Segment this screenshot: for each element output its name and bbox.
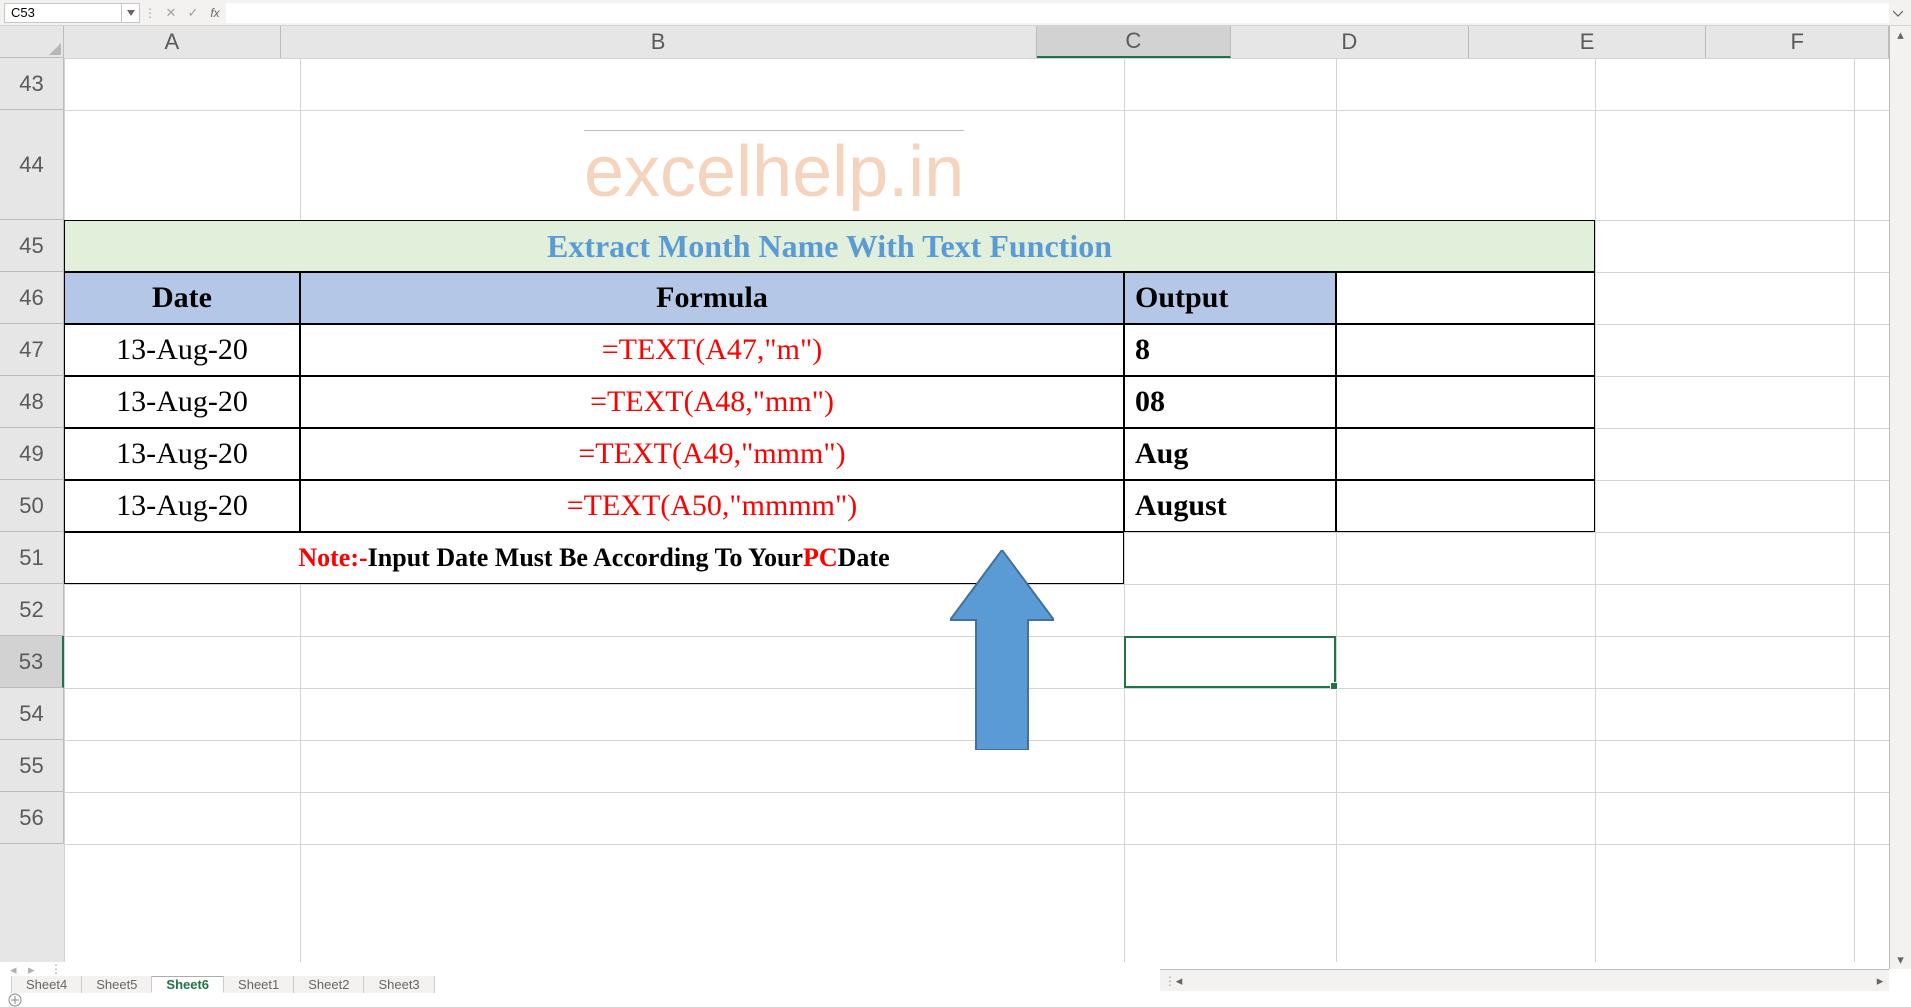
column-header-F[interactable]: F: [1706, 26, 1889, 58]
cell-selection: [1124, 636, 1336, 688]
cell-d49[interactable]: [1336, 428, 1595, 480]
row-header-43[interactable]: 43: [0, 58, 64, 110]
row-header-45[interactable]: 45: [0, 220, 64, 272]
scroll-down-button[interactable]: ▾: [1890, 951, 1911, 969]
header-output[interactable]: Output: [1124, 272, 1336, 324]
hscroll-track[interactable]: [1188, 973, 1871, 989]
cell-output-2[interactable]: Aug: [1124, 428, 1336, 480]
tab-prev-button[interactable]: ◂: [10, 962, 22, 976]
cell-date-3[interactable]: 13-Aug-20: [64, 480, 300, 532]
sheet-tab-sheet1[interactable]: Sheet1: [223, 976, 294, 993]
row-header-56[interactable]: 56: [0, 792, 64, 844]
sheet-tab-sheet5[interactable]: Sheet5: [81, 976, 152, 993]
chevron-down-icon: [127, 10, 135, 16]
note-pc: PC: [803, 543, 838, 573]
tab-next-button[interactable]: ▸: [28, 962, 40, 976]
note-mid: Input Date Must Be According To Your: [368, 543, 803, 573]
cell-date-0[interactable]: 13-Aug-20: [64, 324, 300, 376]
arrow-shape[interactable]: [950, 550, 1054, 753]
cell-formula-3[interactable]: =TEXT(A50,"mmmm"): [300, 480, 1124, 532]
cell-formula-2[interactable]: =TEXT(A49,"mmm"): [300, 428, 1124, 480]
insert-function-button[interactable]: fx: [204, 3, 226, 23]
formula-input[interactable]: [226, 3, 1889, 23]
column-headers: ABCDEF: [64, 26, 1889, 58]
grid[interactable]: excelhelp.in Extract Month Name With Tex…: [64, 58, 1889, 962]
column-header-D[interactable]: D: [1231, 26, 1469, 58]
grip-icon: ⋮: [140, 6, 160, 20]
expand-formula-bar-button[interactable]: [1889, 3, 1907, 23]
cancel-formula-button[interactable]: ✕: [160, 3, 182, 23]
enter-formula-button[interactable]: ✓: [182, 3, 204, 23]
chevron-down-icon: [1893, 9, 1903, 17]
header-date[interactable]: Date: [64, 272, 300, 324]
row-header-53[interactable]: 53: [0, 636, 64, 688]
cell-d46[interactable]: [1336, 272, 1595, 324]
row-header-49[interactable]: 49: [0, 428, 64, 480]
row-header-54[interactable]: 54: [0, 688, 64, 740]
row-header-50[interactable]: 50: [0, 480, 64, 532]
fx-icon: fx: [206, 6, 223, 20]
column-header-E[interactable]: E: [1469, 26, 1707, 58]
grip-icon: ⋮: [46, 962, 66, 976]
cell-date-1[interactable]: 13-Aug-20: [64, 376, 300, 428]
sheet-tab-sheet4[interactable]: Sheet4: [11, 976, 82, 993]
cell-date-2[interactable]: 13-Aug-20: [64, 428, 300, 480]
sheet-area: ABCDEF 4344454647484950515253545556 exce…: [0, 26, 1911, 962]
sheet-tab-sheet2[interactable]: Sheet2: [293, 976, 364, 993]
row-header-46[interactable]: 46: [0, 272, 64, 324]
cell-formula-0[interactable]: =TEXT(A47,"m"): [300, 324, 1124, 376]
name-box-dropdown[interactable]: [122, 3, 140, 23]
row-header-47[interactable]: 47: [0, 324, 64, 376]
vertical-scrollbar[interactable]: ▴ ▾: [1889, 26, 1911, 969]
cell-formula-1[interactable]: =TEXT(A48,"mm"): [300, 376, 1124, 428]
name-box[interactable]: C53: [4, 3, 122, 23]
select-all-corner[interactable]: [0, 26, 64, 58]
sheet-tab-sheet3[interactable]: Sheet3: [363, 976, 434, 993]
row-header-48[interactable]: 48: [0, 376, 64, 428]
cell-d48[interactable]: [1336, 376, 1595, 428]
row-header-55[interactable]: 55: [0, 740, 64, 792]
plus-circle-icon: [8, 993, 22, 1007]
column-header-C[interactable]: C: [1037, 26, 1232, 58]
cell-output-1[interactable]: 08: [1124, 376, 1336, 428]
grip-icon: ⋮: [1160, 974, 1170, 988]
watermark: excelhelp.in: [584, 130, 964, 213]
row-headers: 4344454647484950515253545556: [0, 58, 64, 962]
row-header-44[interactable]: 44: [0, 110, 64, 220]
header-formula[interactable]: Formula: [300, 272, 1124, 324]
scroll-up-button[interactable]: ▴: [1890, 26, 1911, 44]
horizontal-scrollbar[interactable]: ⋮ ◂ ▸: [1160, 969, 1889, 991]
cell-output-3[interactable]: August: [1124, 480, 1336, 532]
title-cell[interactable]: Extract Month Name With Text Function: [64, 220, 1595, 272]
sheet-tab-sheet6[interactable]: Sheet6: [151, 976, 224, 993]
new-sheet-button[interactable]: [0, 993, 30, 1007]
cell-d47[interactable]: [1336, 324, 1595, 376]
formula-bar: C53 ⋮ ✕ ✓ fx: [0, 0, 1911, 26]
cell-output-0[interactable]: 8: [1124, 324, 1336, 376]
vscroll-track[interactable]: [1890, 44, 1911, 951]
scroll-right-button[interactable]: ▸: [1871, 972, 1889, 990]
row-header-51[interactable]: 51: [0, 532, 64, 584]
row-header-52[interactable]: 52: [0, 584, 64, 636]
scroll-left-button[interactable]: ◂: [1170, 972, 1188, 990]
note-suffix: Date: [838, 543, 890, 573]
column-header-B[interactable]: B: [281, 26, 1037, 58]
column-header-A[interactable]: A: [64, 26, 281, 58]
cell-d410[interactable]: [1336, 480, 1595, 532]
note-prefix: Note:-: [298, 543, 367, 573]
